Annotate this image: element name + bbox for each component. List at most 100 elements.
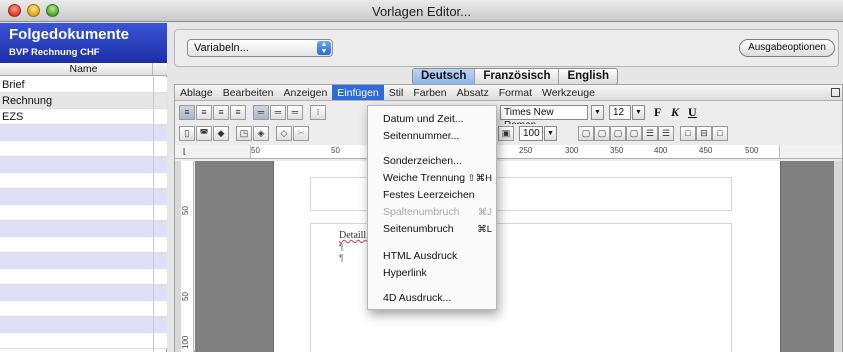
column-separator — [152, 63, 153, 76]
list-item[interactable] — [0, 333, 167, 349]
paragraph-mark: ¶ — [339, 242, 344, 252]
menu-item-sonderzeichen[interactable]: Sonderzeichen... — [368, 153, 498, 170]
vertical-ruler: 50 50 100 — [181, 161, 194, 352]
italic-button[interactable]: K — [671, 105, 679, 120]
list-item[interactable] — [0, 221, 167, 237]
menu-item-hyperlink[interactable]: Hyperlink — [368, 265, 498, 282]
font-size-field[interactable]: 12 — [609, 105, 631, 120]
list-item[interactable]: Brief — [0, 77, 167, 93]
menu-item-seitennummer[interactable]: Seitennummer... — [368, 128, 498, 145]
list-item[interactable] — [0, 189, 167, 205]
border-none-icon[interactable]: ▢ — [578, 126, 594, 141]
menu-item-datum-und-zeit[interactable]: Datum und Zeit... — [368, 111, 498, 128]
menu-item-html-ausdruck[interactable]: HTML Ausdruck — [368, 248, 498, 265]
ruler-label: 450 — [699, 146, 713, 155]
language-tabs: Deutsch Französisch English — [412, 68, 619, 85]
tab-franzoesisch[interactable]: Französisch — [475, 69, 560, 84]
menu-item-seitenumbruch[interactable]: Seitenumbruch ⌘L — [368, 221, 498, 238]
cut-icon[interactable]: ✂ — [293, 126, 309, 141]
font-name-field[interactable]: Times New Roman — [500, 105, 588, 131]
menu-item-festes-leerzeichen[interactable]: Festes Leerzeichen — [368, 187, 498, 204]
menu-format[interactable]: Format — [494, 85, 537, 100]
ruler-label: 50 — [251, 146, 260, 155]
underline-button[interactable]: U — [688, 105, 697, 120]
bullet-list-icon[interactable]: ⁝ — [310, 105, 326, 120]
line-spacing-single-icon[interactable]: ═ — [253, 105, 269, 120]
menu-werkzeuge[interactable]: Werkzeuge — [537, 85, 600, 100]
line-spacing-double-icon[interactable]: ═ — [287, 105, 303, 120]
list-item[interactable]: Rechnung — [0, 93, 167, 109]
new-document-icon[interactable]: ▯ — [179, 126, 195, 141]
print-preview-icon[interactable]: ◳ — [236, 126, 252, 141]
output-options-button[interactable]: Ausgabeoptionen — [739, 39, 835, 57]
list-item[interactable] — [0, 125, 167, 141]
popup-arrows-icon: ▲ ▼ — [317, 41, 331, 55]
menu-item-spaltenumbruch: Spaltenumbruch ⌘J — [368, 204, 498, 221]
list-item[interactable] — [0, 173, 167, 189]
horizontal-ruler[interactable]: ⌊ 50 50 250 300 350 400 450 500 — [175, 145, 842, 159]
menu-anzeigen[interactable]: Anzeigen — [279, 85, 333, 100]
list-item[interactable] — [0, 301, 167, 317]
name-column-header[interactable]: Name — [0, 63, 167, 76]
print-icon[interactable]: ◈ — [253, 126, 269, 141]
menu-absatz[interactable]: Absatz — [452, 85, 494, 100]
document-page[interactable]: Detailli ¶ ¶ — [273, 161, 781, 352]
menu-einfuegen[interactable]: Einfügen — [332, 85, 384, 100]
align-right-icon[interactable]: ≡ — [213, 105, 229, 120]
menu-item-4d-ausdruck[interactable]: 4D Ausdruck... — [368, 290, 498, 307]
paragraph-mark: ¶ — [339, 253, 344, 263]
ruler-label: 250 — [519, 146, 533, 155]
open-folder-icon[interactable]: ◚ — [196, 126, 212, 141]
vertical-scrollbar[interactable] — [834, 161, 842, 352]
variables-popup[interactable]: Variabeln... ▲ ▼ — [187, 39, 333, 57]
menu-item-label: 4D Ausdruck... — [383, 292, 452, 304]
list-item[interactable] — [0, 253, 167, 269]
menu-bearbeiten[interactable]: Bearbeiten — [218, 85, 279, 100]
menu-item-weiche-trennung[interactable]: Weiche Trennung ⇧⌘H — [368, 170, 498, 187]
border-top-icon[interactable]: ▢ — [626, 126, 642, 141]
find-icon[interactable]: ◇ — [276, 126, 292, 141]
border-outline-icon[interactable]: □ — [680, 126, 696, 141]
menu-stil[interactable]: Stil — [384, 85, 409, 100]
follow-documents-panel: Folgedokumente BVP Rechnung CHF Name Bri… — [0, 23, 167, 352]
title-bar[interactable]: Vorlagen Editor... — [0, 0, 843, 22]
list-item[interactable] — [0, 285, 167, 301]
list-item[interactable] — [0, 269, 167, 285]
menu-ablage[interactable]: Ablage — [175, 85, 218, 100]
align-justify-icon[interactable]: ≡ — [230, 105, 246, 120]
font-name-dropdown[interactable]: ▼ — [591, 105, 604, 120]
line-spacing-onehalf-icon[interactable]: ═ — [270, 105, 286, 120]
color-icon[interactable]: ▣ — [498, 126, 514, 141]
vorlagen-editor-window: Vorlagen Editor... Folgedokumente BVP Re… — [0, 0, 843, 352]
window-title: Vorlagen Editor... — [371, 4, 471, 19]
border-left-icon[interactable]: ▢ — [594, 126, 610, 141]
bold-button[interactable]: F — [654, 105, 661, 120]
menu-farben[interactable]: Farben — [408, 85, 451, 100]
zoom-dropdown[interactable]: ▼ — [544, 126, 557, 141]
border-right-icon[interactable]: ▢ — [610, 126, 626, 141]
list-item[interactable] — [0, 157, 167, 173]
list-item[interactable] — [0, 237, 167, 253]
ruler-label: 400 — [654, 146, 668, 155]
menu-item-shortcut: ⇧⌘H — [467, 173, 492, 184]
list-item[interactable]: EZS — [0, 109, 167, 125]
ruler-label: 300 — [565, 146, 579, 155]
insert-menu: Datum und Zeit... Seitennummer... Sonder… — [367, 105, 497, 310]
toolbar-toggle-icon[interactable] — [831, 88, 840, 97]
border-horizontal-icon[interactable]: ☰ — [642, 126, 658, 141]
tab-deutsch[interactable]: Deutsch — [413, 69, 476, 84]
border-grid-icon[interactable]: ⊟ — [696, 126, 712, 141]
list-item[interactable] — [0, 317, 167, 333]
border-box-icon[interactable]: □ — [712, 126, 728, 141]
column-divider — [153, 77, 154, 352]
zoom-field[interactable]: 100 — [519, 126, 543, 141]
list-item[interactable] — [0, 141, 167, 157]
border-middle-icon[interactable]: ☰ — [658, 126, 674, 141]
save-disk-icon[interactable]: ◆ — [213, 126, 229, 141]
list-item[interactable] — [0, 205, 167, 221]
tab-english[interactable]: English — [559, 69, 617, 84]
font-size-dropdown[interactable]: ▼ — [632, 105, 645, 120]
align-center-icon[interactable]: ≡ — [196, 105, 212, 120]
tab-stop-icon[interactable]: ⌊ — [183, 147, 186, 156]
align-left-icon[interactable]: ≡ — [179, 105, 195, 120]
